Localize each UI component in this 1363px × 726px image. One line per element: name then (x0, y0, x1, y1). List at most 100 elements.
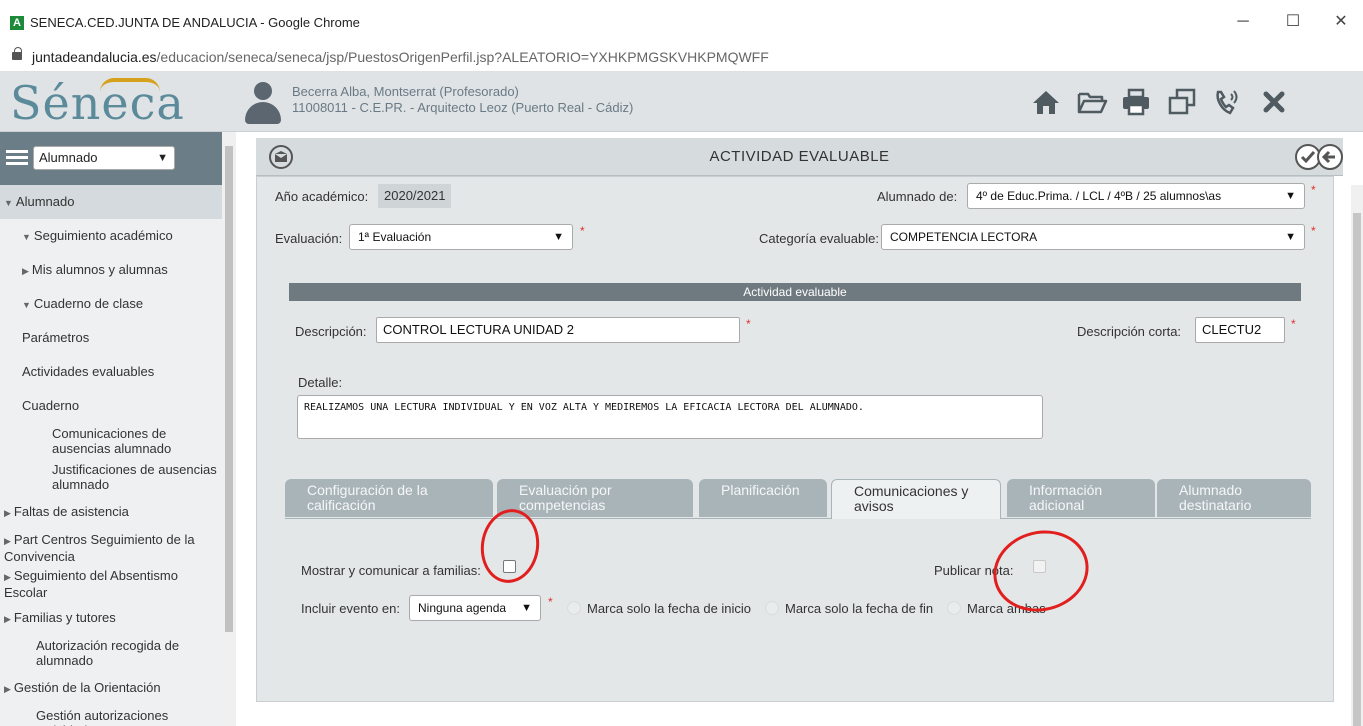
sidebar-item-justificaciones-de-ausencias-alumnado[interactable]: Justificaciones de ausencias alumnado (0, 459, 222, 495)
collapsed-triangle-icon: ▶ (4, 684, 11, 694)
close-x-icon[interactable] (1258, 86, 1290, 118)
sidebar-header: Alumnado ▼ (0, 132, 222, 185)
alumnado-de-select[interactable]: 4º de Educ.Prima. / LCL / 4ºB / 25 alumn… (967, 183, 1305, 209)
sidebar-item-gestión-autorizaciones-actividades[interactable]: Gestión autorizaciones actividades (0, 705, 222, 726)
main-content: ACTIVIDAD EVALUABLE Año académico: 2020/… (236, 132, 1363, 726)
sidebar-item-mis-alumnos-y-alumnas[interactable]: ▶ Mis alumnos y alumnas (0, 253, 222, 287)
chevron-down-icon: ▼ (553, 231, 564, 243)
sidebar-item-cuaderno-de-clase[interactable]: ▼ Cuaderno de clase (0, 287, 222, 321)
section-select-value: Alumnado (39, 150, 98, 165)
sidebar-scrollbar-thumb[interactable] (225, 146, 233, 632)
sidebar-item-seguimiento-académico[interactable]: ▼ Seguimiento académico (0, 219, 222, 253)
descripcion-corta-input[interactable]: CLECTU2 (1195, 317, 1285, 343)
copy-windows-icon[interactable] (1166, 86, 1198, 118)
url-text[interactable]: juntadeandalucia.es/educacion/seneca/sen… (32, 49, 769, 65)
categoria-select[interactable]: COMPETENCIA LECTORA ▼ (881, 224, 1305, 250)
window-title: SENECA.CED.JUNTA DE ANDALUCIA - Google C… (30, 15, 360, 30)
section-title-bar: Actividad evaluable (289, 283, 1301, 301)
mostrar-familias-label: Mostrar y comunicar a familias: (301, 563, 481, 578)
sidebar-item-label: Justificaciones de ausencias alumnado (52, 462, 217, 492)
sidebar-item-familias-y-tutores[interactable]: ▶ Familias y tutores (0, 601, 222, 635)
close-window-button[interactable]: ✕ (1326, 10, 1356, 34)
anio-value: 2020/2021 (378, 184, 452, 208)
incluir-evento-select[interactable]: Ninguna agenda ▼ (409, 595, 541, 621)
sidebar-item-autorización-recogida-de-alumnado[interactable]: Autorización recogida de alumnado (0, 635, 222, 671)
collapsed-triangle-icon: ▶ (4, 572, 11, 582)
sidebar-item-parámetros[interactable]: Parámetros (0, 321, 222, 355)
sidebar-item-label: Alumnado (15, 194, 75, 209)
sidebar-item-actividades-evaluables[interactable]: Actividades evaluables (0, 355, 222, 389)
tab-planificacion[interactable]: Planificación (699, 479, 827, 517)
required-mark: * (746, 317, 751, 331)
sidebar-item-label: Seguimiento académico (33, 228, 173, 243)
required-mark: * (1291, 317, 1296, 331)
folder-open-icon[interactable] (1076, 86, 1108, 118)
print-icon[interactable] (1120, 86, 1152, 118)
tab-comunicaciones[interactable]: Comunicaciones y avisos (831, 479, 1001, 519)
form-panel: Año académico: 2020/2021 Alumnado de: 4º… (256, 176, 1334, 702)
hamburger-menu-icon[interactable] (6, 150, 28, 166)
logo-arc-decoration (100, 78, 160, 92)
sidebar-item-label: Faltas de asistencia (13, 504, 129, 519)
sidebar-item-cuaderno[interactable]: Cuaderno (0, 389, 222, 423)
expanded-triangle-icon: ▼ (22, 232, 31, 242)
sidebar-item-comunicaciones-de-ausencias-alumnado[interactable]: Comunicaciones de ausencias alumnado (0, 423, 222, 459)
tab-baseline-right (1001, 518, 1311, 519)
alumnado-de-label: Alumnado de: (877, 189, 958, 204)
minimize-button[interactable]: ─ (1228, 10, 1258, 34)
sidebar-item-seguimiento-del-absentismo-escolar[interactable]: ▶ Seguimiento del Absentismo Escolar (0, 565, 222, 601)
descripcion-corta-label: Descripción corta: (1077, 324, 1182, 339)
sidebar-item-label: Seguimiento del Absentismo Escolar (4, 568, 178, 600)
maximize-button[interactable]: ☐ (1278, 10, 1308, 34)
incluir-evento-label: Incluir evento en: (301, 601, 401, 616)
required-mark: * (1311, 183, 1316, 197)
seneca-logo[interactable]: Séneca (10, 76, 185, 130)
sidebar-item-gestión-de-la-orientación[interactable]: ▶ Gestión de la Orientación (0, 671, 222, 705)
user-center: 11008011 - C.E.PR. - Arquitecto Leoz (Pu… (292, 100, 634, 115)
sidebar-menu: ▼ Alumnado ▼ Seguimiento académico ▶ Mis alum… (0, 185, 222, 726)
anio-label: Año académico: (275, 189, 369, 204)
tab-alumnado-destinatario[interactable]: Alumnado destinatario (1157, 479, 1311, 517)
main-scrollbar-thumb[interactable] (1353, 213, 1361, 726)
categoria-label: Categoría evaluable: (759, 231, 879, 246)
chevron-down-icon: ▼ (521, 602, 532, 614)
tab-evaluacion-competencias[interactable]: Evaluación por competencias (497, 479, 693, 517)
collapsed-triangle-icon: ▶ (4, 508, 11, 518)
chevron-down-icon: ▼ (1285, 231, 1296, 243)
sidebar-item-alumnado[interactable]: ▼ Alumnado (0, 185, 222, 219)
radio-fecha-fin[interactable] (765, 601, 779, 615)
tab-configuracion[interactable]: Configuración de la calificación (285, 479, 493, 517)
sidebar-item-label: Actividades evaluables (22, 364, 155, 379)
sidebar-item-label: Part Centros Seguimiento de la Convivenc… (4, 532, 195, 564)
descripcion-input[interactable]: CONTROL LECTURA UNIDAD 2 (376, 317, 740, 343)
home-icon[interactable] (1030, 86, 1062, 118)
address-bar[interactable]: juntadeandalucia.es/educacion/seneca/sen… (0, 44, 1363, 72)
detalle-textarea[interactable]: REALIZAMOS UNA LECTURA INDIVIDUAL Y EN V… (297, 395, 1043, 439)
radio-ambas[interactable] (947, 601, 961, 615)
expanded-triangle-icon: ▼ (4, 198, 13, 208)
sidebar-item-part-centros-seguimiento-de-la-convivencia[interactable]: ▶ Part Centros Seguimiento de la Conviven… (0, 529, 222, 565)
tab-informacion-adicional[interactable]: Información adicional (1007, 479, 1155, 517)
collapsed-triangle-icon: ▶ (4, 614, 11, 624)
expanded-triangle-icon: ▼ (22, 300, 31, 310)
radio-fecha-inicio[interactable] (567, 601, 581, 615)
back-arrow-icon[interactable] (1316, 143, 1344, 171)
user-avatar-icon (245, 82, 281, 126)
sidebar-item-faltas-de-asistencia[interactable]: ▶ Faltas de asistencia (0, 495, 222, 529)
radio-fecha-fin-label: Marca solo la fecha de fin (785, 601, 934, 616)
tab-baseline-left (285, 518, 831, 519)
sidebar-item-label: Cuaderno de clase (33, 296, 144, 311)
evaluacion-select[interactable]: 1ª Evaluación ▼ (349, 224, 573, 250)
categoria-value: COMPETENCIA LECTORA (890, 230, 1038, 244)
sidebar-item-label: Autorización recogida de alumnado (36, 638, 180, 668)
sidebar-item-label: Cuaderno (22, 398, 80, 413)
lock-icon (12, 47, 22, 60)
evaluacion-label: Evaluación: (275, 231, 343, 246)
phone-icon[interactable] (1212, 86, 1244, 118)
sidebar-item-label: Gestión autorizaciones actividades (36, 708, 169, 726)
sidebar: Alumnado ▼ ▼ Alumnado ▼ Seguimiento académic… (0, 132, 236, 726)
sidebar-item-label: Gestión de la Orientación (13, 680, 161, 695)
app-header: Séneca Becerra Alba, Montserrat (Profeso… (0, 72, 1363, 132)
section-select[interactable]: Alumnado ▼ (33, 146, 175, 170)
sidebar-item-label: Parámetros (22, 330, 90, 345)
